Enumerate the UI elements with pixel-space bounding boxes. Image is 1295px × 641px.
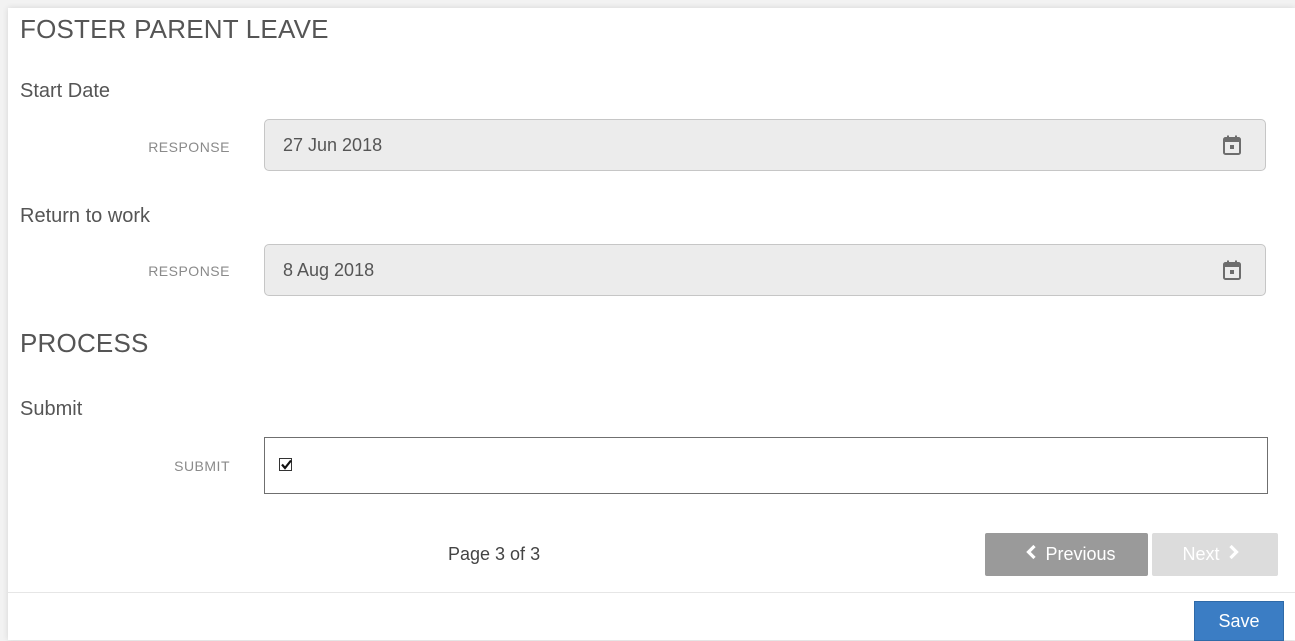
response-label-submit: SUBMIT <box>174 458 230 474</box>
previous-button-label: Previous <box>1045 544 1116 564</box>
submit-checkbox[interactable] <box>279 458 292 471</box>
submit-field <box>264 437 1268 494</box>
section-title-foster-parent-leave: FOSTER PARENT LEAVE <box>20 14 329 44</box>
field-label-submit: Submit <box>20 398 83 420</box>
page-indicator: Page 3 of 3 <box>448 544 541 564</box>
next-button[interactable]: Next <box>1152 533 1278 576</box>
footer-divider <box>8 592 1295 593</box>
start-date-value: 27 Jun 2018 <box>283 135 383 155</box>
response-label-start-date: RESPONSE <box>148 139 230 155</box>
calendar-icon[interactable] <box>1223 135 1241 155</box>
return-to-work-input[interactable]: 8 Aug 2018 <box>264 244 1266 296</box>
next-button-label: Next <box>1182 544 1220 564</box>
calendar-icon[interactable] <box>1223 260 1241 280</box>
chevron-right-icon <box>1228 544 1240 565</box>
start-date-input[interactable]: 27 Jun 2018 <box>264 119 1266 171</box>
previous-button[interactable]: Previous <box>985 533 1148 576</box>
response-label-return-to-work: RESPONSE <box>148 263 230 279</box>
chevron-left-icon <box>1025 544 1037 565</box>
checkmark-icon <box>281 459 292 470</box>
section-title-process: PROCESS <box>20 328 149 358</box>
save-button[interactable]: Save <box>1194 601 1284 641</box>
field-label-start-date: Start Date <box>20 80 111 102</box>
form-card: FOSTER PARENT LEAVE Start Date RESPONSE … <box>8 8 1295 641</box>
return-to-work-value: 8 Aug 2018 <box>283 260 375 280</box>
field-label-return-to-work: Return to work <box>20 205 151 227</box>
